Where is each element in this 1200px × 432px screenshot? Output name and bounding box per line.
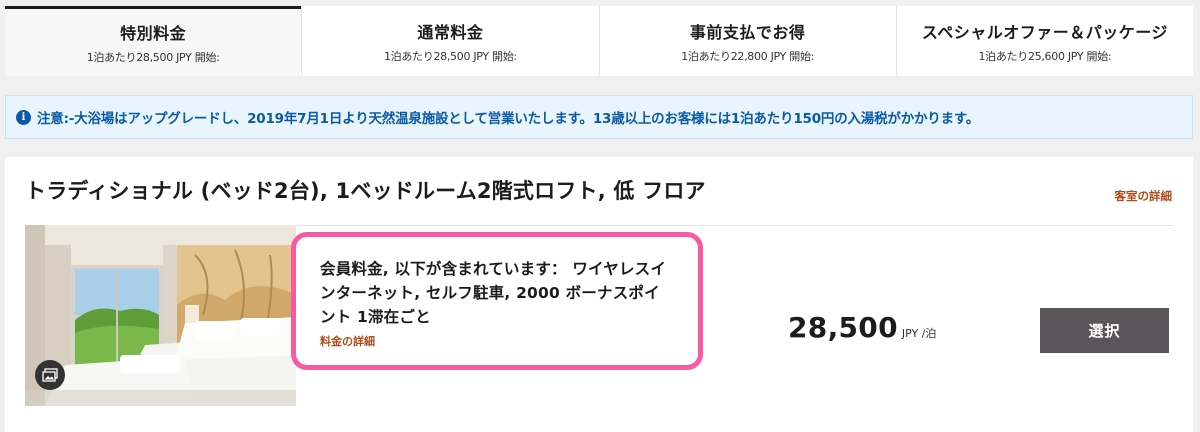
room-photo[interactable] xyxy=(25,225,296,406)
room-card: トラディショナル (ベッド2台), 1ベッドルーム2階式ロフト, 低 フロア 客… xyxy=(5,157,1193,432)
tab-title: 事前支払でお得 xyxy=(689,22,806,42)
tab-prepay-rate[interactable]: 事前支払でお得 1泊あたり22,800 JPY 開始: xyxy=(598,6,896,76)
tab-title: スペシャルオファー＆パッケージ xyxy=(921,22,1168,42)
tab-regular-rate[interactable]: 通常料金 1泊あたり28,500 JPY 開始: xyxy=(301,6,598,76)
info-icon: i xyxy=(16,109,31,125)
price-amount: 28,500 xyxy=(788,311,898,344)
rate-description-box: 会員料金, 以下が含まれています： ワイヤレスインターネット, セルフ駐車, 2… xyxy=(291,232,703,370)
price-unit: JPY /泊 xyxy=(901,327,937,340)
photo-gallery-button[interactable] xyxy=(35,360,65,390)
tab-subtitle: 1泊あたり28,500 JPY 開始: xyxy=(86,51,220,64)
rate-description: 会員料金, 以下が含まれています： ワイヤレスインターネット, セルフ駐車, 2… xyxy=(320,260,667,326)
tab-special-offers[interactable]: スペシャルオファー＆パッケージ 1泊あたり25,600 JPY 開始: xyxy=(895,6,1193,76)
notice-banner: i 注意:-大浴場はアップグレードし、2019年7月1日より天然温泉施設として営… xyxy=(5,95,1193,139)
tab-title: 通常料金 xyxy=(417,22,484,42)
tab-title: 特別料金 xyxy=(120,24,187,43)
tab-subtitle: 1泊あたり22,800 JPY 開始: xyxy=(681,49,815,63)
tab-special-rate[interactable]: 特別料金 1泊あたり28,500 JPY 開始: xyxy=(5,6,302,76)
price: 28,500 JPY /泊 xyxy=(788,311,936,344)
gallery-icon xyxy=(42,368,58,382)
room-title: トラディショナル (ベッド2台), 1ベッドルーム2階式ロフト, 低 フロア xyxy=(25,179,706,203)
select-button[interactable]: 選択 xyxy=(1040,308,1169,353)
rate-tabs: 特別料金 1泊あたり28,500 JPY 開始: 通常料金 1泊あたり28,50… xyxy=(5,6,1193,76)
rate-details-link[interactable]: 料金の詳細 xyxy=(320,333,674,349)
tab-subtitle: 1泊あたり25,600 JPY 開始: xyxy=(978,49,1112,63)
room-details-link[interactable]: 客室の詳細 xyxy=(1115,188,1173,204)
notice-text: 注意:-大浴場はアップグレードし、2019年7月1日より天然温泉施設として営業い… xyxy=(37,111,980,127)
room-photo-image xyxy=(25,225,296,406)
tab-subtitle: 1泊あたり28,500 JPY 開始: xyxy=(383,49,517,63)
